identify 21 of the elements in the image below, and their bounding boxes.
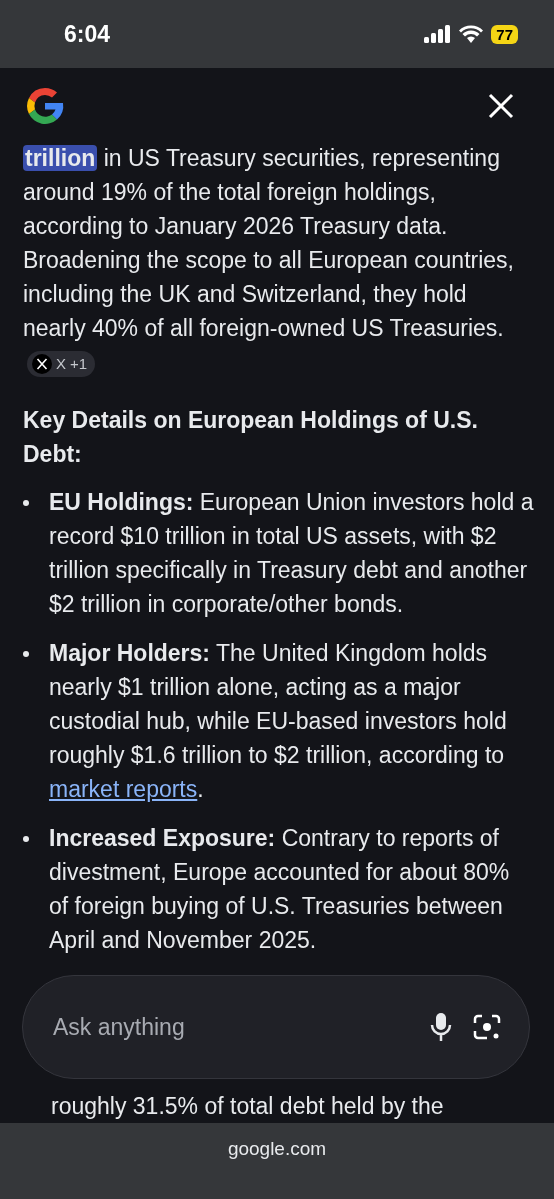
source-chip[interactable]: X +1 [27, 350, 96, 377]
close-button[interactable] [486, 91, 516, 121]
bullet-text: Increased Exposure: Contrary to reports of divestment, Europe accounted for about 80% of foreign buying of U.S. Treasuries between April and November 2025. [49, 824, 511, 955]
bullet-text: Major Holders: The United Kingdom holds nearly $1 trillion alone, acting as a major custodial hub, while EU-based investors hold roughly $1.6 trillion to $2 trillion, according to market reports. [49, 639, 508, 804]
mic-icon[interactable] [429, 1012, 453, 1042]
address-domain[interactable]: google.com [227, 1138, 327, 1162]
source-link[interactable]: market reports [49, 776, 198, 802]
bullet-dot [23, 836, 29, 842]
battery-level: 77 [491, 24, 518, 44]
source-icon [32, 353, 52, 374]
wifi-icon [459, 25, 484, 43]
status-time: 6:04 [64, 20, 111, 48]
answer-text: roughly 31.5% of total debt held by the [50, 1092, 445, 1121]
bullet-dot [23, 651, 29, 657]
bullet-text: EU Holdings: European Union investors hold a record $10 trillion in total US assets, with $2 trillion specifically in Treasury debt and another $2 trillion in corporate/other bonds. [49, 488, 534, 619]
camera-lens-icon[interactable] [473, 1013, 501, 1041]
ask-input[interactable]: Ask anything [51, 1012, 409, 1042]
bullet-dot [23, 500, 29, 506]
answer-paragraph: trillion in US Treasury securities, representing around 19% of the total foreign holdings, according to January 2026 Treasury data. Broadening the scope to all European countries, including the UK and Switzerland, they hold nearly 40% of all foreign-owned US Treasuries. X +1 [23, 141, 534, 379]
section-heading: Key Details on European Holdings of U.S. Debt: [23, 406, 479, 469]
signal-icon [424, 25, 452, 43]
